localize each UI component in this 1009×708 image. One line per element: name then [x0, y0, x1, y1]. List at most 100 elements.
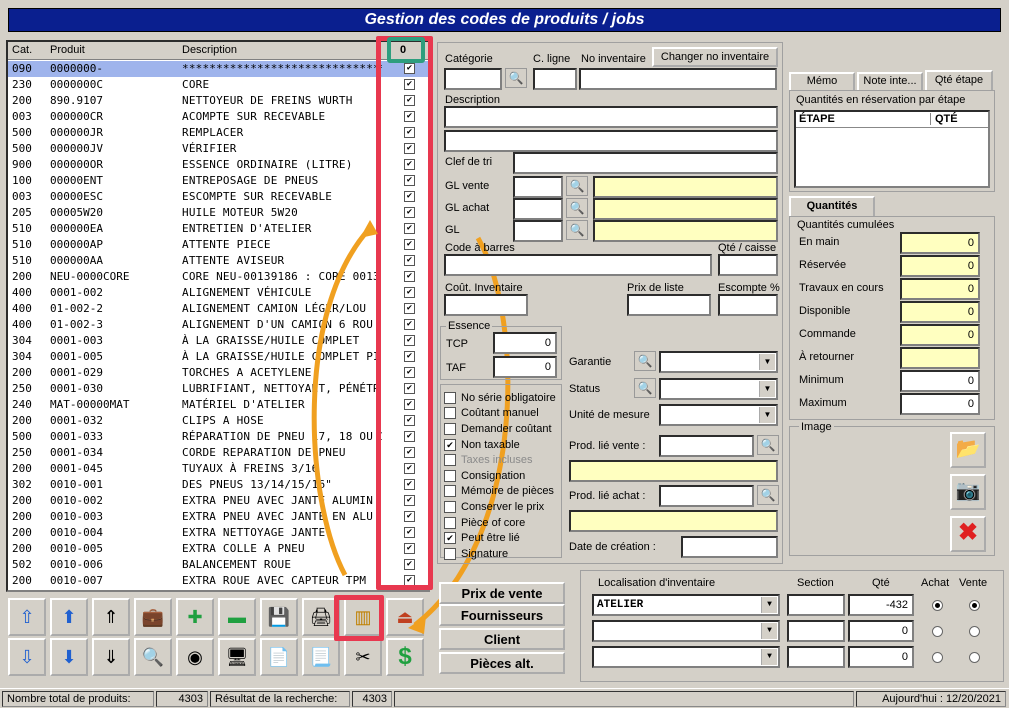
gl-other-field[interactable]: [513, 220, 563, 242]
pieces-alt-button[interactable]: Pièces alt.: [439, 652, 565, 674]
option-checkbox[interactable]: [444, 454, 456, 467]
prod-lie-vente-lookup-icon[interactable]: 🔍: [757, 435, 779, 455]
option-checkbox-row[interactable]: No série obligatoire: [444, 390, 556, 406]
gl-vente-field[interactable]: [513, 176, 563, 198]
folder-icon[interactable]: 📂: [950, 432, 986, 468]
option-checkbox[interactable]: [444, 391, 456, 404]
up-arrow-page-icon[interactable]: ⇧: [8, 598, 46, 636]
client-button[interactable]: Client: [439, 628, 565, 650]
down-arrow-circle-icon[interactable]: ⬇: [50, 638, 88, 676]
option-checkbox-row[interactable]: Taxes incluses: [444, 452, 556, 468]
fournisseurs-button[interactable]: Fournisseurs: [439, 604, 565, 626]
qte-caisse-field[interactable]: [718, 254, 778, 276]
categorie-lookup-icon[interactable]: 🔍: [505, 68, 527, 88]
categorie-field[interactable]: [444, 68, 502, 90]
date-creation-field[interactable]: [681, 536, 778, 558]
qty-field[interactable]: 0: [848, 646, 914, 668]
up-arrow-circle-icon[interactable]: ⬆: [50, 598, 88, 636]
option-checkbox-row[interactable]: ✔ Non taxable: [444, 437, 556, 453]
escompte-field[interactable]: [718, 294, 778, 316]
option-checkbox[interactable]: [444, 516, 456, 529]
option-checkbox[interactable]: ✔: [444, 532, 456, 545]
section-field[interactable]: [787, 646, 845, 668]
quantity-value[interactable]: 0: [900, 393, 980, 415]
taf-field[interactable]: 0: [493, 356, 557, 378]
qty-field[interactable]: 0: [848, 620, 914, 642]
location-select[interactable]: ▼: [592, 620, 780, 642]
location-select[interactable]: ▼: [592, 646, 780, 668]
option-checkbox[interactable]: [444, 547, 456, 560]
down-arrow-icon[interactable]: ⇓: [92, 638, 130, 676]
vente-radio[interactable]: [969, 626, 980, 637]
description-field-1[interactable]: [444, 106, 778, 128]
option-checkbox-row[interactable]: Pièce of core: [444, 515, 556, 531]
down-arrow-page-icon[interactable]: ⇩: [8, 638, 46, 676]
clef-de-tri-field[interactable]: [513, 152, 778, 174]
description-field-2[interactable]: [444, 130, 778, 152]
option-checkbox[interactable]: [444, 422, 456, 435]
gl-other-lookup-icon[interactable]: 🔍: [566, 220, 588, 240]
changer-no-inventaire-button[interactable]: Changer no inventaire: [652, 47, 778, 67]
prix-de-liste-field[interactable]: [627, 294, 711, 316]
option-checkbox-row[interactable]: Conserver le prix: [444, 499, 556, 515]
computer-icon[interactable]: 🖥: [218, 638, 256, 676]
reservation-table[interactable]: ÉTAPE QTÉ: [794, 110, 990, 188]
tcp-field[interactable]: 0: [493, 332, 557, 354]
option-checkbox-row[interactable]: ✔ Peut être lié: [444, 530, 556, 546]
achat-radio[interactable]: [932, 652, 943, 663]
table-row[interactable]: 100 00000ENT ENTREPOSAGE DE PNEUS ✔: [8, 173, 428, 189]
header-cat[interactable]: Cat.: [12, 44, 32, 56]
garantie-lookup-icon[interactable]: 🔍: [634, 351, 656, 371]
garantie-select[interactable]: ▼: [659, 351, 778, 373]
option-checkbox-row[interactable]: Demander coûtant: [444, 421, 556, 437]
tab-qte-etape[interactable]: Qté étape: [925, 70, 993, 90]
option-checkbox-row[interactable]: Consignation: [444, 468, 556, 484]
option-checkbox[interactable]: ✔: [444, 438, 456, 451]
paper-icon[interactable]: 📃: [302, 638, 340, 676]
option-checkbox-row[interactable]: Coûtant manuel: [444, 406, 556, 422]
table-row[interactable]: 500 000000JV VÉRIFIER ✔: [8, 141, 428, 157]
header-description[interactable]: Description: [182, 44, 237, 56]
magnifier-icon[interactable]: 🔍: [134, 638, 172, 676]
table-row[interactable]: 090 0000000- *****************************…: [8, 61, 428, 77]
document-icon[interactable]: 📄: [260, 638, 298, 676]
gl-achat-lookup-icon[interactable]: 🔍: [566, 198, 588, 218]
gl-achat-field[interactable]: [513, 198, 563, 220]
up-arrow-icon[interactable]: ⇑: [92, 598, 130, 636]
qty-field[interactable]: -432: [848, 594, 914, 616]
no-inventaire-field[interactable]: [579, 68, 777, 90]
delete-image-icon[interactable]: ✖: [950, 516, 986, 552]
section-field[interactable]: [787, 594, 845, 616]
option-checkbox-row[interactable]: Mémoire de pièces: [444, 484, 556, 500]
status-select[interactable]: ▼: [659, 378, 778, 400]
section-field[interactable]: [787, 620, 845, 642]
minus-icon[interactable]: ▬: [218, 598, 256, 636]
code-barres-field[interactable]: [444, 254, 712, 276]
table-row[interactable]: 230 0000000C CORE ✔: [8, 77, 428, 93]
achat-radio[interactable]: [932, 626, 943, 637]
option-checkbox-row[interactable]: Signature: [444, 546, 556, 562]
vente-radio[interactable]: [969, 652, 980, 663]
unite-select[interactable]: ▼: [659, 404, 778, 426]
prod-lie-vente-field[interactable]: [659, 435, 754, 457]
floppy-disk-icon[interactable]: 💾: [260, 598, 298, 636]
table-row[interactable]: 205 00005W20 HUILE MOTEUR 5W20 ✔: [8, 205, 428, 221]
tab-note-interne[interactable]: Note inte...: [857, 72, 923, 90]
tape-icon[interactable]: ✂: [344, 638, 382, 676]
table-row[interactable]: 500 000000JR REMPLACER ✔: [8, 125, 428, 141]
table-row[interactable]: 003 00000ESC ESCOMPTE SUR RECEVABLE ✔: [8, 189, 428, 205]
c-ligne-field[interactable]: [533, 68, 577, 90]
location-select[interactable]: ATELIER ▼: [592, 594, 780, 616]
status-lookup-icon[interactable]: 🔍: [634, 378, 656, 398]
prod-lie-achat-field[interactable]: [659, 485, 754, 507]
header-produit[interactable]: Produit: [50, 44, 85, 56]
option-checkbox[interactable]: [444, 407, 456, 420]
search-eye-icon[interactable]: ◉: [176, 638, 214, 676]
gl-vente-lookup-icon[interactable]: 🔍: [566, 176, 588, 196]
table-row[interactable]: 200 890.9107 NETTOYEUR DE FREINS WURTH ✔: [8, 93, 428, 109]
camera-icon[interactable]: 📷: [950, 474, 986, 510]
tab-quantites[interactable]: Quantités: [789, 196, 875, 216]
prod-lie-achat-lookup-icon[interactable]: 🔍: [757, 485, 779, 505]
dollar-icon[interactable]: $: [386, 638, 424, 676]
tab-memo[interactable]: Mémo: [789, 72, 855, 90]
